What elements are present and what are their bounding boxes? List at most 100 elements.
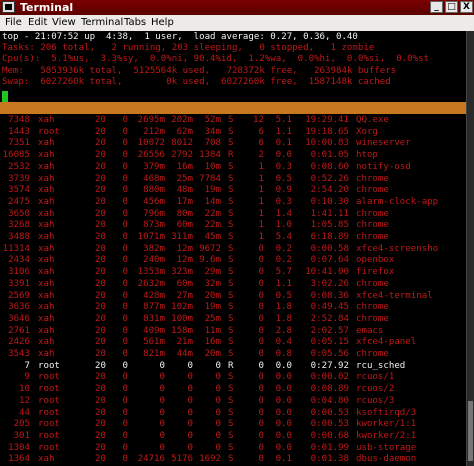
- cell-pid: 3268: [8, 220, 30, 231]
- cell-virt: 456m: [143, 196, 165, 207]
- cell-time: 0:49.45: [310, 302, 349, 313]
- cell-command: chrome: [356, 220, 389, 231]
- table-row[interactable]: 3106 xah 20 0 1353m 323m 29m S 0 5.7 10:41.00 firef…: [0, 267, 466, 279]
- table-row[interactable]: 9 root 20 0 0 0 0 S 0 0.0 0:00.02 rcuos/1: [0, 372, 466, 384]
- table-row[interactable]: 3646 xah 20 0 831m 100m 25m S 0 1.8 2:52.84 chrome: [0, 314, 466, 326]
- cell-nice: 0: [122, 150, 128, 161]
- cell-res: 80m: [176, 208, 193, 219]
- cell-virt: 0: [159, 384, 165, 395]
- cell-res: 27m: [176, 290, 193, 301]
- table-row[interactable]: 3574 xah 20 0 880m 48m 19m S 1 0.9 2:54.20 chrome: [0, 185, 466, 197]
- cell-user: xah: [38, 454, 55, 465]
- cell-shr: 0: [215, 407, 221, 418]
- cell-cpu: 0: [258, 372, 264, 383]
- table-row[interactable]: 205 root 20 0 0 0 0 S 0 0.0 0:00.53 kworker/1:1: [0, 419, 466, 431]
- cell-command: chrome: [356, 232, 389, 242]
- cell-mem: 0.5: [275, 290, 292, 301]
- menu-tabs[interactable]: Tabs: [124, 17, 146, 28]
- cell-res: 311m: [171, 232, 193, 242]
- table-row[interactable]: 10 root 20 0 0 0 0 S 0 0.0 0:08.89 rcuos/2: [0, 384, 466, 396]
- terminal-screen[interactable]: top - 21:07:52 up 4:38, 1 user, load ave…: [0, 31, 466, 466]
- cell-time: 0:10.30: [310, 196, 349, 207]
- table-row[interactable]: 3636 xah 20 0 877m 102m 19m S 0 1.8 0:49.45 chrome: [0, 302, 466, 314]
- menu-help[interactable]: Help: [151, 17, 174, 28]
- cell-shr: 0: [215, 419, 221, 430]
- scrollbar-thumb[interactable]: [468, 401, 473, 461]
- cell-command: QQ.exe: [356, 115, 389, 125]
- table-row[interactable]: 2475 xah 20 0 456m 17m 14m S 1 0.3 0:10.30 alarm-cl…: [0, 197, 466, 209]
- table-row[interactable]: 3650 xah 20 0 796m 80m 22m S 1 1.4 1:41.11 chrome: [0, 209, 466, 221]
- terminal-icon[interactable]: [2, 1, 15, 13]
- cell-virt: 0: [159, 395, 165, 406]
- scrollbar[interactable]: [466, 31, 474, 466]
- table-row[interactable]: 3268 xah 20 0 873m 60m 22m S 1 1.0 1:05.85 chrome: [0, 220, 466, 232]
- table-row[interactable]: 3488 xah 20 0 1071m 311m 45m S 1 5.4 6:18.89 chrome: [0, 232, 466, 244]
- cell-shr: 14m: [204, 196, 221, 207]
- menu-file[interactable]: File: [5, 17, 22, 28]
- cell-priority: 20: [95, 384, 106, 395]
- cell-pid: 1364: [8, 454, 30, 465]
- cell-priority: 20: [95, 173, 106, 184]
- table-row[interactable]: 7351 xah 20 0 10072 8012 708 S 6 0.1 10:00.83 wines…: [0, 138, 466, 150]
- cell-priority: 20: [95, 126, 106, 137]
- table-row[interactable]: 3739 xah 20 0 468m 25m 7784 S 1 0.5 0:52.26 chrome: [0, 174, 466, 186]
- cell-state: S: [228, 267, 234, 278]
- cell-user: xah: [38, 232, 55, 242]
- cell-shr: 10m: [204, 161, 221, 172]
- table-row[interactable]: 2569 xah 20 0 428m 27m 20m S 0 0.5 0:08.36 xfce4-te…: [0, 291, 466, 303]
- cell-nice: 0: [122, 419, 128, 430]
- cell-command: usb-storage: [356, 442, 417, 453]
- cell-mem: 0.2: [275, 243, 292, 254]
- cell-user: xah: [38, 290, 55, 301]
- menu-edit[interactable]: Edit: [28, 17, 47, 28]
- cell-user: xah: [38, 196, 55, 207]
- cell-time: 0:01.99: [310, 442, 349, 453]
- table-row[interactable]: 301 root 20 0 0 0 0 S 0 0.0 0:00.68 kworker/2:1: [0, 431, 466, 443]
- table-row[interactable]: 2434 xah 20 0 240m 12m 9.6m S 0 0.2 0:07.64 openbox: [0, 255, 466, 267]
- cell-pid: 12: [19, 395, 30, 406]
- table-row[interactable]: 12 root 20 0 0 0 0 S 0 0.0 0:04.80 rcuos/3: [0, 396, 466, 408]
- cell-command: xfce4-terminal: [356, 290, 433, 301]
- cell-shr: 45m: [204, 232, 221, 242]
- table-row[interactable]: 7 root 20 0 0 0 0 R 0 0.0 0:27.92 rcu_sched: [0, 361, 466, 373]
- cell-nice: 0: [122, 278, 128, 289]
- cell-command: wineserver: [356, 138, 411, 149]
- cell-time: 0:08.89: [310, 384, 349, 395]
- cell-user: xah: [38, 208, 55, 219]
- cell-pid: 3488: [8, 232, 30, 242]
- menu-terminal[interactable]: Terminal: [81, 17, 123, 28]
- cell-res: 0: [187, 360, 193, 371]
- table-row[interactable]: 1443 root 20 0 212m 62m 34m S 6 1.1 19:18.65 Xorg: [0, 127, 466, 139]
- minimize-button[interactable]: _: [430, 1, 443, 13]
- cell-state: S: [228, 442, 234, 453]
- table-row[interactable]: 7348 xah 20 0 2695m 202m 52m S 12 5.1 19:29.41 QQ.e…: [0, 115, 466, 127]
- cell-command: xfce4-screensho: [356, 243, 439, 254]
- table-row[interactable]: 2532 xah 20 0 379m 16m 10m S 1 0.3 0:08.60 notify-o…: [0, 162, 466, 174]
- table-row[interactable]: 1304 root 20 0 0 0 0 S 0 0.0 0:01.99 usb-storage: [0, 443, 466, 455]
- table-row[interactable]: 3543 xah 20 0 821m 44m 20m S 0 0.8 0:05.56 chrome: [0, 349, 466, 361]
- menu-view[interactable]: View: [52, 17, 76, 28]
- cell-state: S: [228, 185, 234, 196]
- table-row[interactable]: 3391 xah 20 0 2632m 60m 32m S 0 1.1 3:02.26 chrome: [0, 279, 466, 291]
- cell-time: 3:02.26: [310, 278, 349, 289]
- cell-mem: 0.8: [275, 349, 292, 359]
- cell-virt: 0: [159, 360, 165, 371]
- cell-state: S: [228, 407, 234, 418]
- table-row[interactable]: 1364 xah 20 0 24716 5176 1692 S 0 0.1 0:01.38 dbus-…: [0, 454, 466, 466]
- cell-cpu: 0: [258, 407, 264, 418]
- close-button[interactable]: X: [460, 1, 473, 13]
- cell-nice: 0: [122, 442, 128, 453]
- cell-mem: 0.0: [275, 442, 292, 453]
- cell-state: S: [228, 115, 234, 125]
- table-row[interactable]: 44 root 20 0 0 0 0 S 0 0.0 0:00.53 ksoftirqd/3: [0, 408, 466, 420]
- table-row[interactable]: 2761 xah 20 0 409m 158m 11m S 0 2.8 2:02.57 emacs: [0, 326, 466, 338]
- table-row[interactable]: 2426 xah 20 0 561m 21m 16m S 0 0.4 0:05.15 xfce4-pa…: [0, 337, 466, 349]
- cell-virt: 240m: [143, 255, 165, 266]
- cell-res: 12m: [176, 243, 193, 254]
- table-row[interactable]: 11314 xah 20 0 382m 12m 9672 S 0 0.2 0:00.58 xfce4-…: [0, 244, 466, 256]
- table-row[interactable]: 16085 xah 20 0 26556 2792 1384 R 2 0.0 0:01.05 htop: [0, 150, 466, 162]
- title-bar[interactable]: Terminal _ □ X: [0, 0, 474, 15]
- cell-command: openbox: [356, 255, 395, 266]
- maximize-button[interactable]: □: [445, 1, 458, 13]
- cpu-line: Cpu(s): 5.1%us, 3.3%sy, 0.0%ni, 90.4%id,…: [2, 54, 430, 64]
